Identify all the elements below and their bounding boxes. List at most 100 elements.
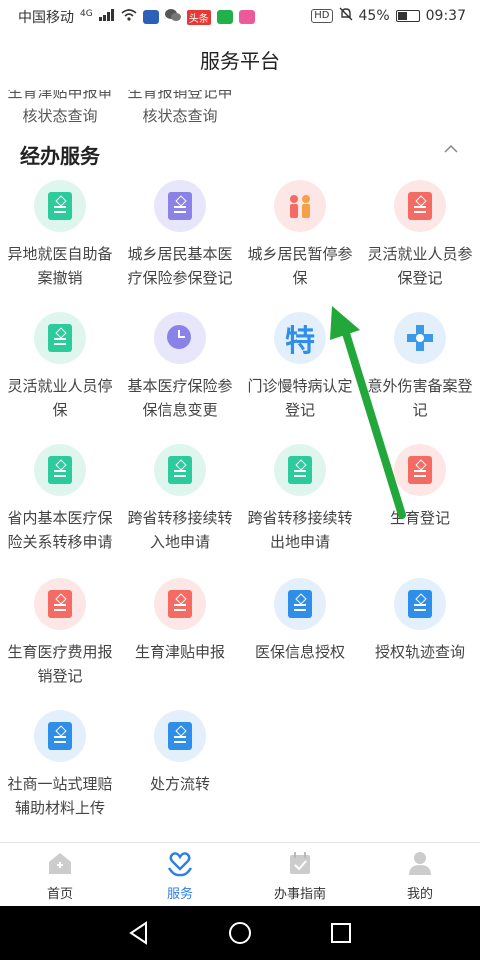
service-label-line2: 入地申请 xyxy=(149,533,210,551)
service-item[interactable]: 跨省转移接续转 出地申请 xyxy=(240,444,360,554)
edit-document-icon xyxy=(154,180,206,232)
service-label-line2: 保信息变更 xyxy=(142,401,218,419)
service-item[interactable]: 授权轨迹查询 xyxy=(360,578,480,664)
wechat-icon xyxy=(164,8,181,26)
list-item[interactable]: 生育报销登记申 核状态查询 xyxy=(120,90,240,128)
service-item[interactable]: 异地就医自助备 案撤销 xyxy=(0,180,120,290)
list-item[interactable]: 生育津贴申报审 核状态查询 xyxy=(0,90,120,128)
news-badge: 头条 xyxy=(186,9,211,25)
status-bar: 中国移动 4G 头条 HD 45% 09:37 xyxy=(0,0,480,32)
prev-item-line2: 核状态查询 xyxy=(22,107,98,125)
list-document-icon xyxy=(34,710,86,762)
service-label: 意外伤害备案登记 xyxy=(360,374,480,422)
document-icon xyxy=(34,444,86,496)
service-label-line1: 生育医疗费用报 xyxy=(7,643,113,661)
service-label-line2: 案撤销 xyxy=(37,269,83,287)
tab-service[interactable]: 服务 xyxy=(120,843,240,907)
document-icon xyxy=(274,444,326,496)
clock-time: 09:37 xyxy=(425,8,466,24)
service-item[interactable]: 生育医疗费用报 销登记 xyxy=(0,578,120,688)
service-label-line2: 辅助材料上传 xyxy=(14,799,105,817)
service-label-line1: 异地就医自助备 xyxy=(7,245,113,263)
service-label-line1: 授权轨迹查询 xyxy=(374,643,465,661)
list-document-icon xyxy=(154,710,206,762)
te-character-icon: 特 xyxy=(274,312,326,364)
bottom-navigation: 首页 服务 办事指南 我的 xyxy=(0,842,480,907)
mute-bell-icon xyxy=(339,7,353,25)
service-label-line2: 保 xyxy=(292,269,308,287)
service-item[interactable]: 意外伤害备案登记 xyxy=(360,312,480,422)
medical-cross-icon xyxy=(394,312,446,364)
service-label-line1: 基本医疗保险参 xyxy=(127,377,233,395)
yuan-document-icon xyxy=(34,578,86,630)
app-notification-icon-3 xyxy=(238,10,255,24)
carrier-label: 中国移动 xyxy=(18,10,74,26)
service-label: 城乡居民暂停参保 xyxy=(240,242,360,290)
service-label-line1: 灵活就业人员参 xyxy=(367,245,473,263)
service-label: 生育医疗费用报 销登记 xyxy=(0,640,120,688)
home-circle-icon[interactable] xyxy=(227,920,253,946)
service-item[interactable]: 基本医疗保险参 保信息变更 xyxy=(120,312,240,422)
service-label-line1: 处方流转 xyxy=(149,775,210,793)
service-item[interactable]: 生育津贴申报 xyxy=(120,578,240,664)
service-label: 生育登记 xyxy=(360,506,480,530)
app-notification-icon xyxy=(142,10,159,24)
service-item[interactable]: 省内基本医疗保 险关系转移申请 xyxy=(0,444,120,554)
service-label: 医保信息授权 xyxy=(240,640,360,664)
icon-glyph-text: 特 xyxy=(285,324,315,359)
service-item[interactable]: 城乡居民基本医 疗保险参保登记 xyxy=(120,180,240,290)
battery-icon xyxy=(395,10,420,22)
service-item[interactable]: 医保信息授权 xyxy=(240,578,360,664)
prev-item-line1: 生育津贴申报审 xyxy=(7,90,113,101)
service-label-line1: 城乡居民暂停参 xyxy=(247,245,353,263)
service-label-line1: 跨省转移接续转 xyxy=(247,509,353,527)
wifi-icon xyxy=(121,9,137,25)
battery-percent: 45% xyxy=(358,8,390,24)
prev-item-line1: 生育报销登记申 xyxy=(127,90,233,101)
tab-label: 服务 xyxy=(166,887,193,902)
tab-guide[interactable]: 办事指南 xyxy=(240,843,360,907)
service-item[interactable]: 灵活就业人员停保 xyxy=(0,312,120,422)
list-document-icon xyxy=(394,578,446,630)
tab-label: 我的 xyxy=(406,887,433,902)
service-label-line2: 销登记 xyxy=(37,667,83,685)
service-label-line2: 疗保险参保登记 xyxy=(127,269,233,287)
service-item[interactable]: 城乡居民暂停参保 xyxy=(240,180,360,290)
system-navigation-bar xyxy=(0,906,480,960)
document-icon xyxy=(154,444,206,496)
service-item[interactable]: 生育登记 xyxy=(360,444,480,530)
section-title: 经办服务 xyxy=(20,144,100,168)
tab-label: 首页 xyxy=(46,887,73,902)
service-label-line2: 保登记 xyxy=(397,269,443,287)
service-item[interactable]: 跨省转移接续转 入地申请 xyxy=(120,444,240,554)
hd-badge: HD xyxy=(311,9,333,23)
clock-icon xyxy=(154,312,206,364)
service-label: 授权轨迹查询 xyxy=(360,640,480,664)
chevron-up-icon[interactable] xyxy=(444,142,458,156)
signal-icon xyxy=(98,9,115,25)
yuan-document-icon xyxy=(154,578,206,630)
service-label-line1: 省内基本医疗保 xyxy=(7,509,113,527)
service-label-line1: 生育津贴申报 xyxy=(134,643,225,661)
yuan-document-icon xyxy=(394,444,446,496)
heart-hand-icon xyxy=(167,852,193,877)
home-icon xyxy=(49,853,71,874)
back-icon[interactable] xyxy=(126,920,152,946)
service-item[interactable]: 特门诊慢特病认定 登记 xyxy=(240,312,360,422)
service-label-line1: 医保信息授权 xyxy=(254,643,345,661)
service-item[interactable]: 处方流转 xyxy=(120,710,240,796)
service-label: 省内基本医疗保 险关系转移申请 xyxy=(0,506,120,554)
service-label-line1: 跨省转移接续转 xyxy=(127,509,233,527)
people-icon xyxy=(274,180,326,232)
yuan-document-icon xyxy=(394,180,446,232)
list-document-icon xyxy=(274,578,326,630)
recents-square-icon[interactable] xyxy=(328,920,354,946)
services-content[interactable]: 生育津贴申报审 核状态查询 生育报销登记申 核状态查询 经办服务 异地就医自助备… xyxy=(0,90,480,842)
service-label-line2: 登记 xyxy=(284,401,315,419)
service-label-line2: 出地申请 xyxy=(269,533,330,551)
tab-home[interactable]: 首页 xyxy=(0,843,120,907)
service-item[interactable]: 灵活就业人员参 保登记 xyxy=(360,180,480,290)
tab-mine[interactable]: 我的 xyxy=(360,843,480,907)
service-item[interactable]: 社商一站式理赔 辅助材料上传 xyxy=(0,710,120,820)
service-label: 灵活就业人员参 保登记 xyxy=(360,242,480,290)
